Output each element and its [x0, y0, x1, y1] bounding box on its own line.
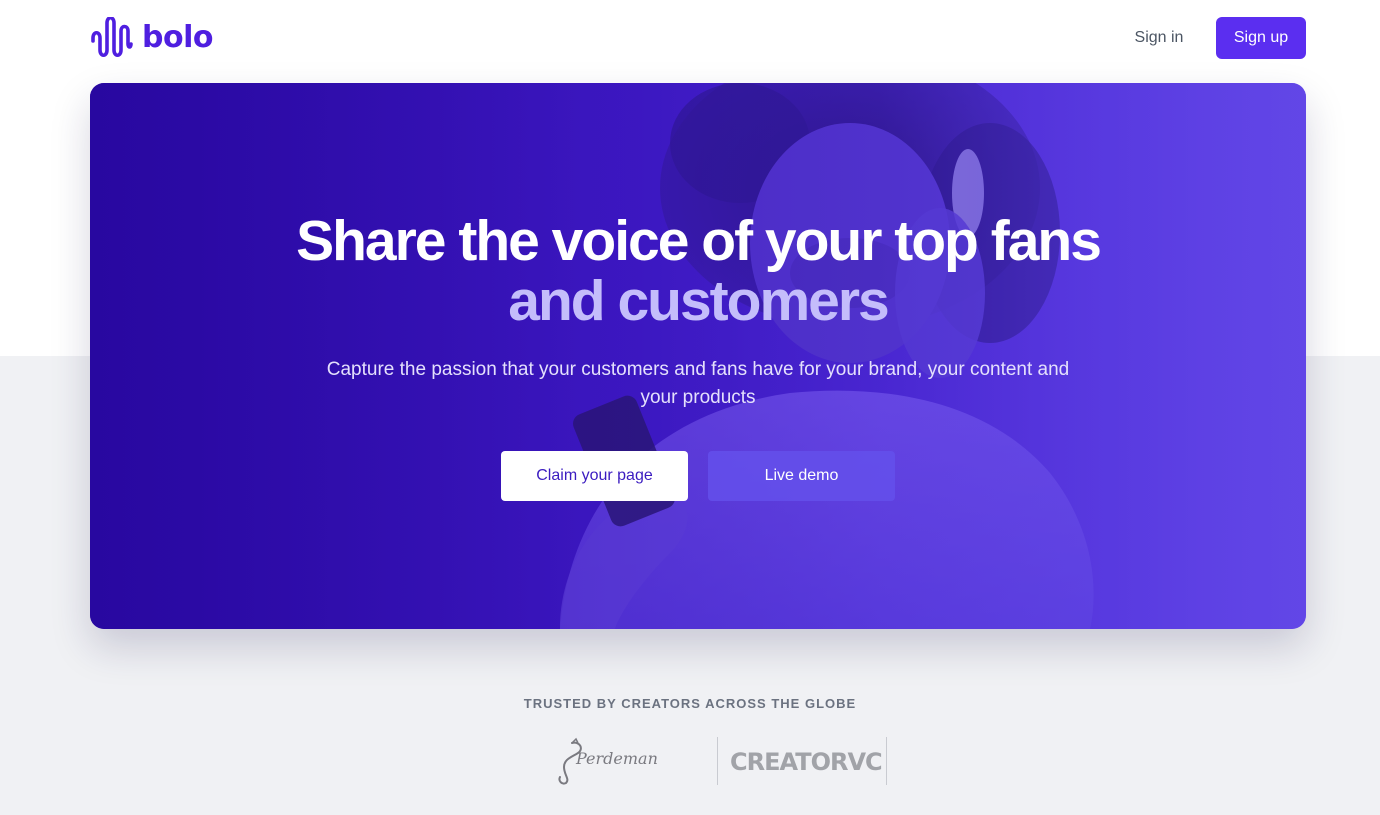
hero-title: Share the voice of your top fans and cus…	[90, 211, 1306, 331]
sign-up-button[interactable]: Sign up	[1216, 17, 1306, 59]
logo-text: bolo	[142, 20, 213, 55]
claim-page-button[interactable]: Claim your page	[501, 451, 688, 501]
perdeman-logo: Perdeman	[550, 737, 658, 785]
brand-logo[interactable]: bolo	[90, 17, 213, 59]
sign-in-link[interactable]: Sign in	[1118, 20, 1200, 56]
logo-divider	[886, 737, 887, 785]
hero-banner: Share the voice of your top fans and cus…	[90, 83, 1306, 629]
hero-title-line2: and customers	[508, 269, 889, 333]
perdeman-wordmark: Perdeman	[576, 749, 658, 768]
hero-subtitle: Capture the passion that your customers …	[326, 359, 1070, 408]
soundwave-icon	[91, 17, 133, 57]
customer-logos: Perdeman CREATORVC	[520, 737, 900, 785]
site-header: bolo Sign in Sign up	[0, 0, 1380, 78]
landing-page: bolo Sign in Sign up Share the voice of …	[0, 0, 1380, 815]
trusted-heading: TRUSTED BY CREATORS ACROSS THE GLOBE	[523, 696, 857, 711]
creatorvc-logo: CREATORVC	[730, 748, 883, 776]
live-demo-button[interactable]: Live demo	[708, 451, 895, 501]
hero-title-line1: Share the voice of your top fans	[296, 209, 1102, 273]
logo-divider	[717, 737, 718, 785]
